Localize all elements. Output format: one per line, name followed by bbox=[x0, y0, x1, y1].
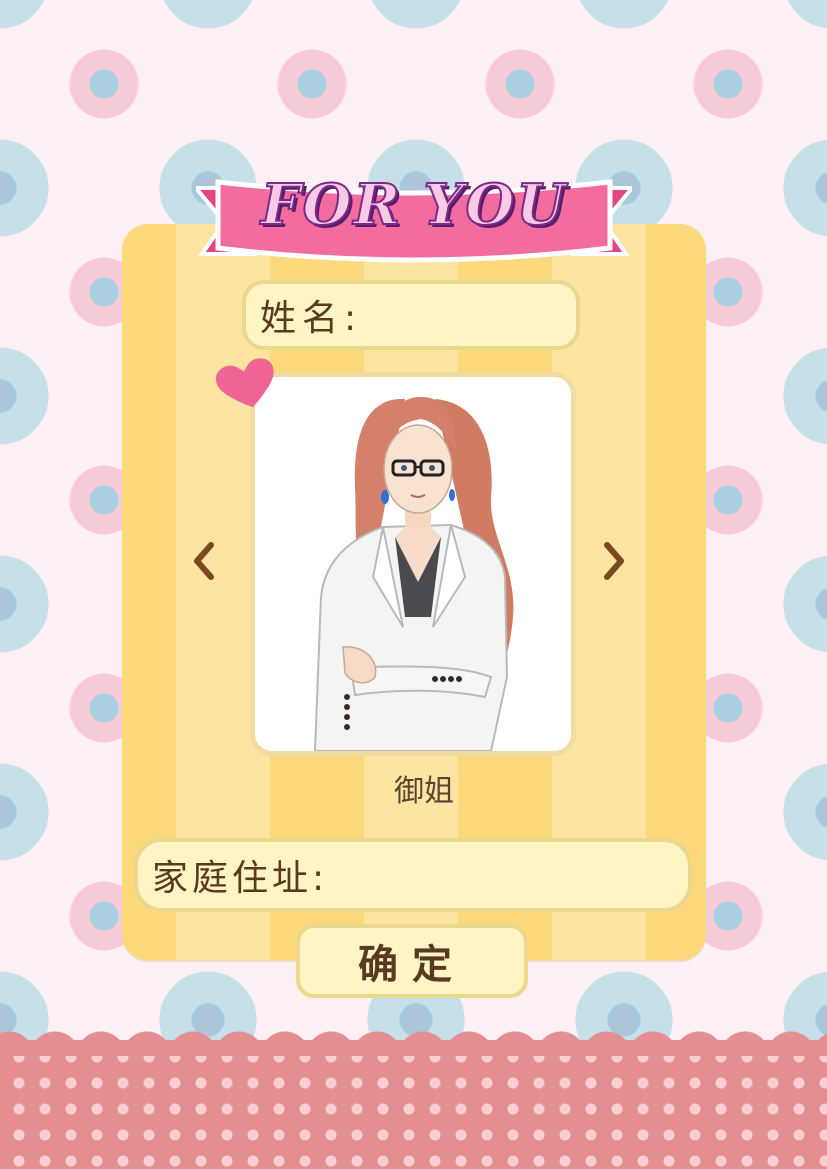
dotted-footer-band bbox=[0, 1040, 827, 1169]
address-input[interactable]: 家庭住址: bbox=[134, 838, 692, 912]
chevron-left-icon bbox=[194, 542, 214, 580]
banner-title: FOR YOU bbox=[260, 171, 568, 239]
previous-character-button[interactable] bbox=[186, 538, 220, 584]
character-illustration bbox=[313, 397, 514, 751]
title-banner: FOR YOU bbox=[196, 168, 632, 272]
address-label: 家庭住址: bbox=[152, 858, 329, 899]
chevron-right-icon bbox=[604, 542, 624, 580]
confirm-button[interactable]: 确定 bbox=[296, 924, 528, 998]
heart-icon bbox=[216, 358, 274, 408]
name-input[interactable]: 姓名: bbox=[242, 280, 580, 350]
name-label: 姓名: bbox=[260, 298, 363, 339]
character-name: 御姐 bbox=[394, 774, 454, 809]
character-portrait bbox=[250, 372, 576, 756]
scalloped-edge bbox=[0, 1026, 827, 1056]
next-character-button[interactable] bbox=[598, 538, 632, 584]
